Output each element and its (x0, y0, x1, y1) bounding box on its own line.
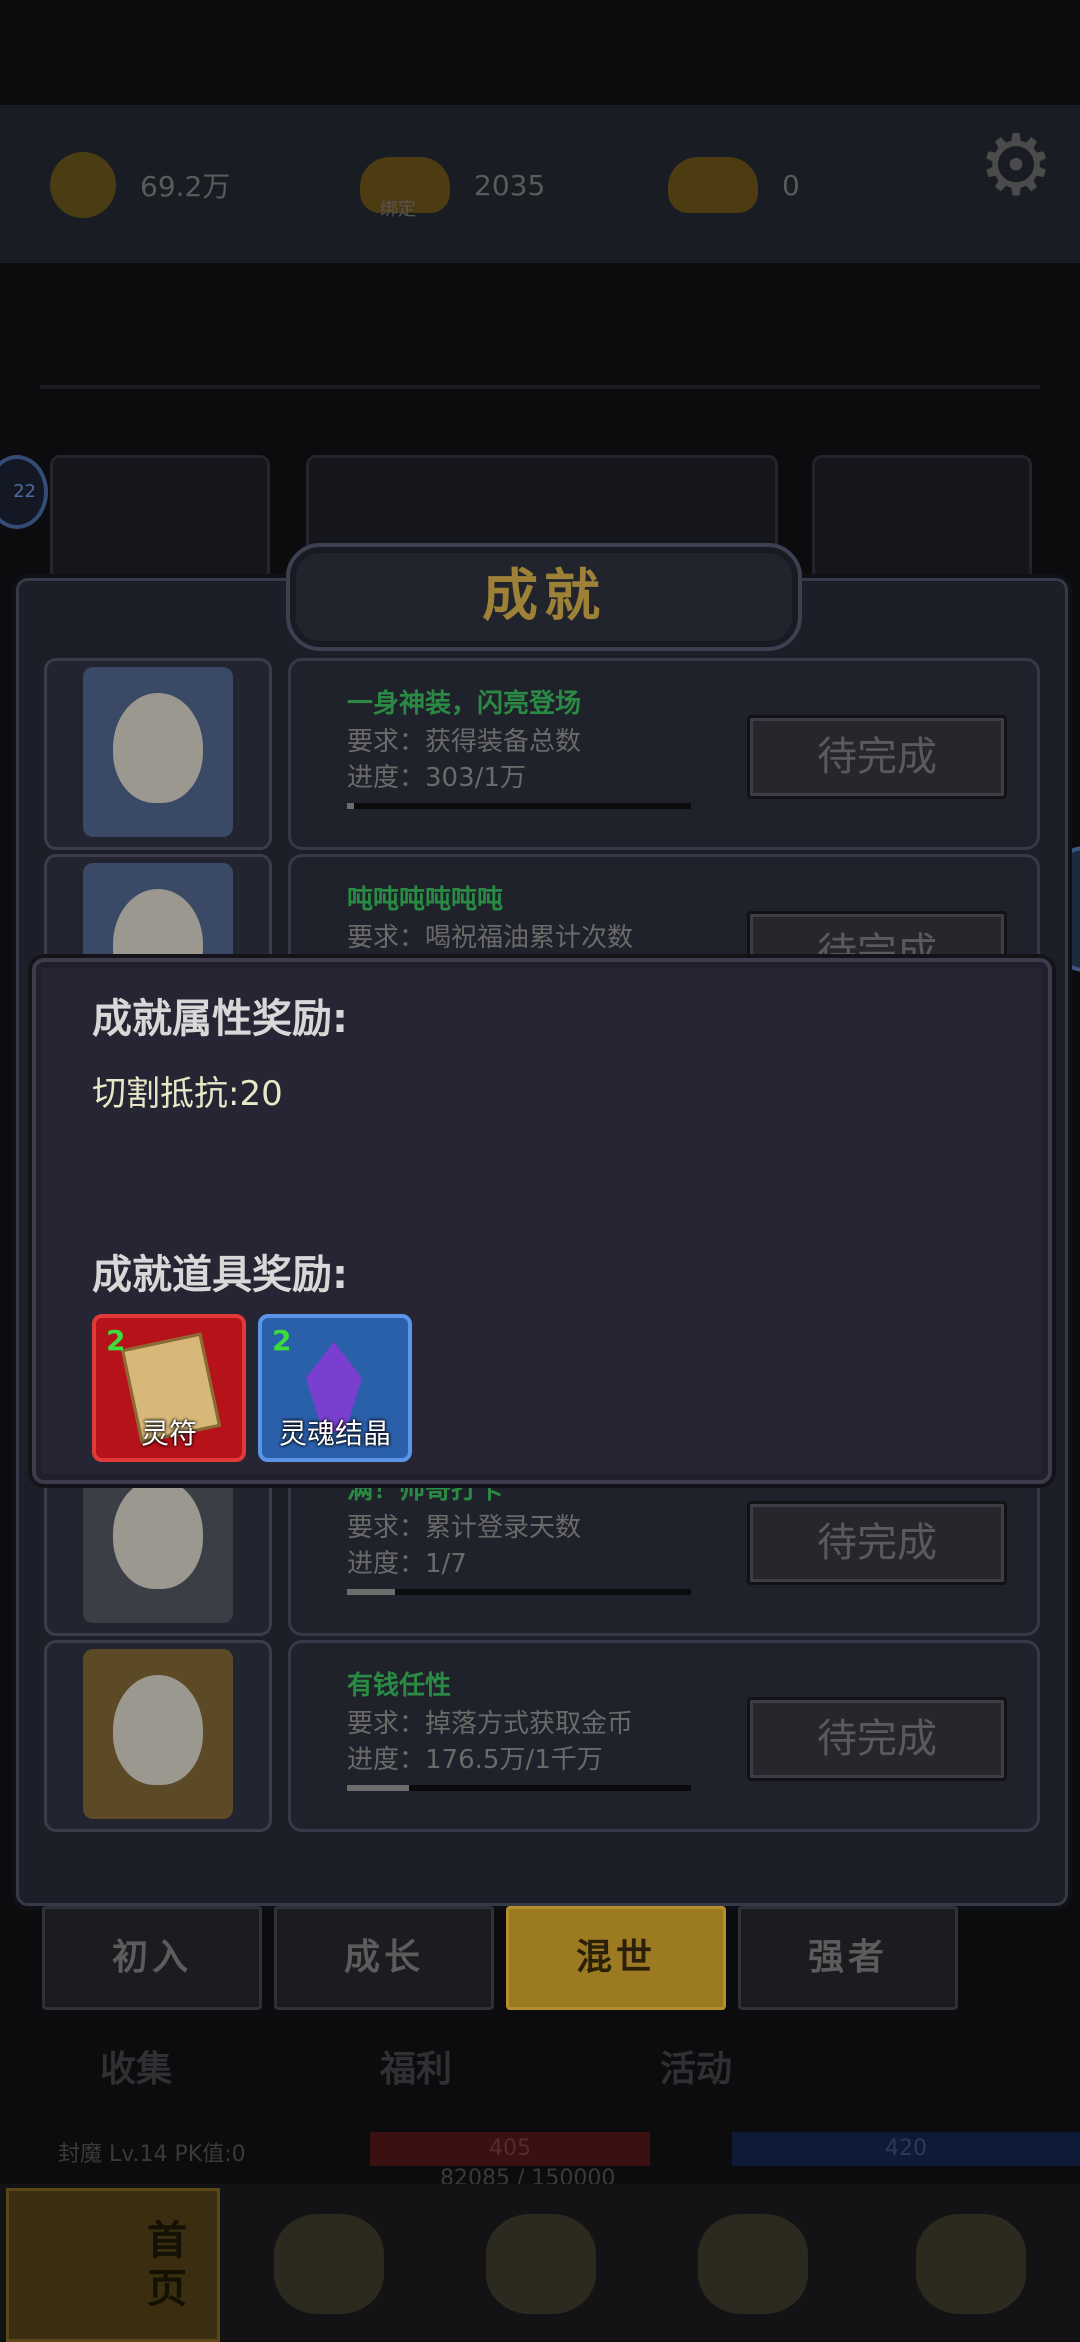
progress-bar (347, 1589, 691, 1595)
background-divider (40, 385, 1040, 389)
egg-rich-image (83, 1649, 233, 1819)
coin-resource: 69.2万 (50, 135, 230, 235)
player-status: 封魔 Lv.14 PK值:0 (58, 2142, 246, 2167)
resource-bar: 69.2万 绑定 2035 0 ⚙ (0, 105, 1080, 263)
bottom-nav: 首页 (0, 2184, 1080, 2342)
achievement-row: 有钱任性 要求：掉落方式获取金币 进度：176.5万/1千万 待完成 (44, 1640, 1040, 1832)
pending-button[interactable]: 待完成 (747, 1501, 1007, 1585)
attribute-reward-value: 切割抵抗:20 (92, 1074, 283, 1114)
achievement-requirement: 要求：获得装备总数 (347, 727, 582, 757)
tab-chengZhang[interactable]: 成长 (274, 1906, 494, 2010)
mp-bar: 420 (732, 2132, 1080, 2166)
achievement-requirement: 要求：喝祝福油累计次数 (347, 923, 634, 953)
bound-ingot-icon: 绑定 (360, 157, 450, 220)
dialog-title: 成就 (482, 564, 606, 629)
ingot-amount: 0 (782, 168, 800, 202)
achievement-requirement: 要求：掉落方式获取金币 (347, 1709, 634, 1739)
achievement-portrait (44, 658, 272, 850)
achievement-progress: 进度：176.5万/1千万 (347, 1745, 603, 1775)
ingot-resource: 0 (668, 135, 800, 235)
achievement-row: 一身神装，闪亮登场 要求：获得装备总数 进度：303/1万 待完成 (44, 658, 1040, 850)
item-reward-heading: 成就道具奖励: (92, 1252, 348, 1298)
helmet-icon[interactable] (274, 2214, 384, 2314)
ingot-icon (668, 157, 758, 213)
background-card (812, 455, 1032, 591)
tab-qiangZhe[interactable]: 强者 (738, 1906, 958, 2010)
subtab-welfare[interactable]: 福利 (380, 2040, 452, 2092)
coin-amount: 69.2万 (140, 170, 231, 203)
progress-bar (347, 803, 691, 809)
item-count: 2 (272, 1324, 292, 1357)
coin-icon (50, 152, 116, 218)
egg-knight-image (83, 667, 233, 837)
yin-yang-icon[interactable] (916, 2214, 1026, 2314)
achievement-portrait (44, 1640, 272, 1832)
achievement-progress: 进度：303/1万 (347, 763, 526, 793)
item-count: 2 (106, 1324, 126, 1357)
reward-item-talisman[interactable]: 2 灵符 (92, 1314, 246, 1462)
achievement-name: 一身神装，闪亮登场 (347, 689, 582, 719)
achievement-name: 有钱任性 (347, 1671, 452, 1701)
meditation-icon[interactable] (698, 2214, 808, 2314)
achievement-info: 有钱任性 要求：掉落方式获取金币 进度：176.5万/1千万 待完成 (288, 1640, 1040, 1832)
bound-tag: 绑定 (380, 199, 416, 220)
hp-bar: 405 (370, 2132, 650, 2166)
reward-item-soul-crystal[interactable]: 2 灵魂结晶 (258, 1314, 412, 1462)
background-card (50, 455, 270, 591)
bound-ingot-amount: 2035 (474, 168, 546, 202)
pending-button[interactable]: 待完成 (747, 715, 1007, 799)
achievement-requirement: 要求：累计登录天数 (347, 1513, 582, 1543)
reward-popup: 成就属性奖励: 切割抵抗:20 成就道具奖励: 2 灵符 2 灵魂结晶 (32, 958, 1052, 1484)
achievement-name: 吨吨吨吨吨吨 (347, 885, 504, 915)
attribute-reward-heading: 成就属性奖励: (92, 996, 348, 1042)
nav-home-label: 首页 (147, 2218, 187, 2312)
nav-home[interactable]: 首页 (6, 2188, 220, 2342)
side-badge[interactable]: 22 (0, 455, 48, 529)
settings-gear-icon[interactable]: ⚙ (974, 123, 1058, 207)
achievement-info: 一身神装，闪亮登场 要求：获得装备总数 进度：303/1万 待完成 (288, 658, 1040, 850)
dialog-title-plate: 成就 (286, 543, 802, 651)
money-bag-icon[interactable] (486, 2214, 596, 2314)
subtab-collect[interactable]: 收集 (100, 2040, 172, 2092)
item-name: 灵魂结晶 (278, 1417, 391, 1450)
bound-ingot-resource: 绑定 2035 (360, 135, 545, 235)
subtab-event[interactable]: 活动 (660, 2040, 732, 2092)
item-name: 灵符 (140, 1417, 197, 1450)
tab-chuRu[interactable]: 初入 (42, 1906, 262, 2010)
progress-bar (347, 1785, 691, 1791)
pending-button[interactable]: 待完成 (747, 1697, 1007, 1781)
tab-hunShi[interactable]: 混世 (506, 1906, 726, 2010)
achievement-progress: 进度：1/7 (347, 1549, 467, 1579)
